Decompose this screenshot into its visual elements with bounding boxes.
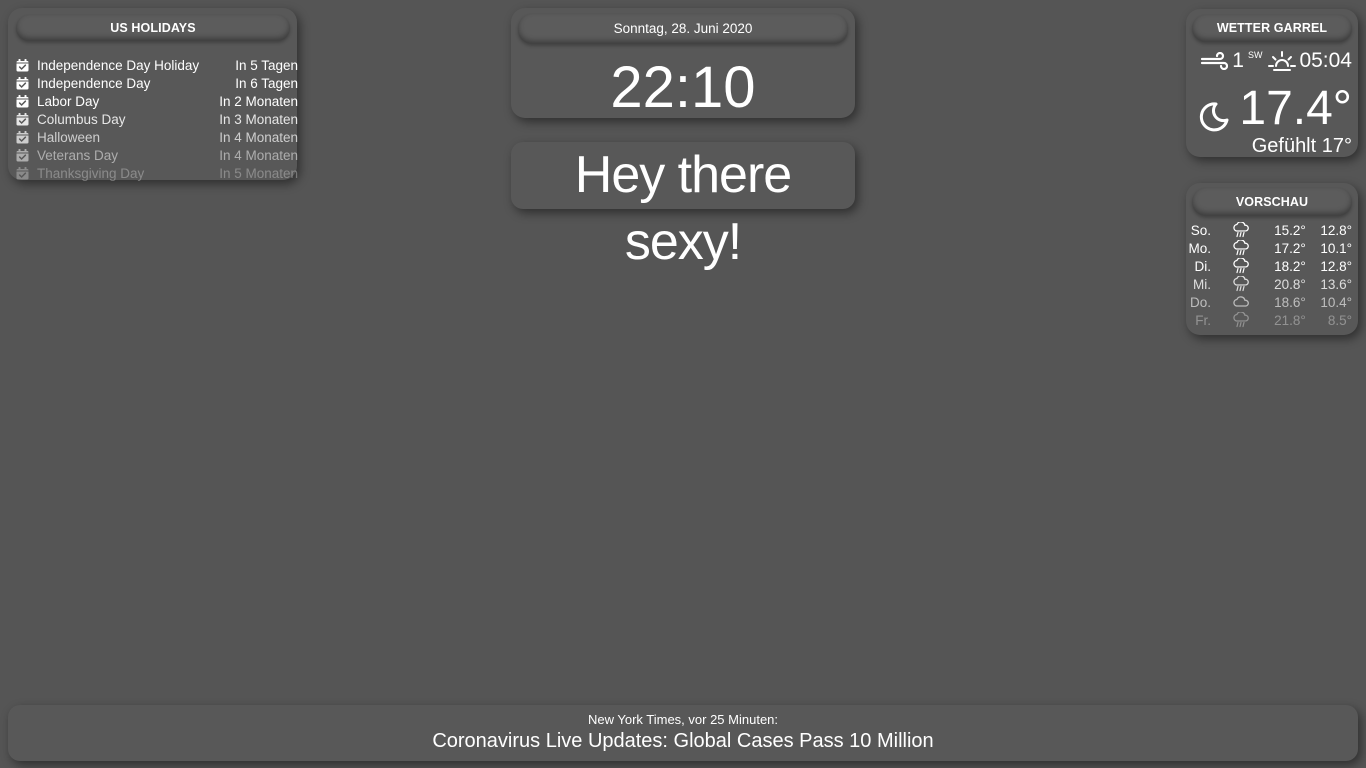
forecast-row: Fr. 21.8° 8.5° xyxy=(1186,311,1352,329)
forecast-day: Do. xyxy=(1190,294,1212,310)
weather-title: WETTER GARREL xyxy=(1192,15,1352,42)
moon-night-icon xyxy=(1197,91,1231,132)
forecast-low: 10.4° xyxy=(1320,294,1352,310)
holiday-when: In 5 Monaten xyxy=(219,165,298,181)
sunrise-icon xyxy=(1268,50,1297,72)
holiday-name: Columbus Day xyxy=(37,111,126,127)
calendar-check-icon xyxy=(16,94,29,108)
forecast-day: Mo. xyxy=(1188,240,1212,256)
calendar-check-icon xyxy=(16,76,29,90)
current-weather-module: WETTER GARREL 1 SW 05:04 17.4° Gefühlt 1… xyxy=(1186,9,1358,157)
forecast-day: So. xyxy=(1190,222,1212,238)
greeting-text: Hey there sexy! xyxy=(574,146,792,271)
holiday-row: Thanksgiving Day In 5 Monaten xyxy=(16,164,298,182)
forecast-high: 15.2° xyxy=(1274,222,1306,238)
wind-icon xyxy=(1200,51,1229,71)
holiday-when: In 5 Tagen xyxy=(235,57,298,73)
news-source: New York Times, vor 25 Minuten: xyxy=(587,712,779,727)
holiday-row: Labor Day In 2 Monaten xyxy=(16,92,298,110)
wind-direction: SW xyxy=(1247,50,1263,60)
forecast-low: 13.6° xyxy=(1320,276,1352,292)
forecast-row: So. 15.2° 12.8° xyxy=(1186,221,1352,239)
rain-cloud-icon xyxy=(1219,240,1263,256)
forecast-high: 20.8° xyxy=(1274,276,1306,292)
forecast-title: VORSCHAU xyxy=(1192,188,1352,216)
holidays-title: US HOLIDAYS xyxy=(16,15,290,41)
forecast-day: Di. xyxy=(1194,258,1212,274)
holiday-row: Halloween In 4 Monaten xyxy=(16,128,298,146)
holiday-name: Independence Day xyxy=(37,75,151,91)
rain-cloud-icon xyxy=(1219,276,1263,292)
holiday-name: Veterans Day xyxy=(37,147,119,163)
clock-time: 22:10 xyxy=(610,55,756,120)
clock-module: Sonntag, 28. Juni 2020 22:10 xyxy=(511,8,855,118)
holiday-row: Columbus Day In 3 Monaten xyxy=(16,110,298,128)
forecast-day: Fr. xyxy=(1195,312,1212,328)
weather-forecast-module: VORSCHAU So. 15.2° 12.8° Mo. 17.2° 10.1° Di. 18… xyxy=(1186,183,1358,335)
news-headline: Coronavirus Live Updates: Global Cases P… xyxy=(432,730,934,752)
holiday-name: Halloween xyxy=(37,129,101,145)
forecast-low: 12.8° xyxy=(1320,258,1352,274)
wind-speed: 1 xyxy=(1232,49,1244,72)
holiday-name: Thanksgiving Day xyxy=(37,165,145,181)
rain-cloud-icon xyxy=(1219,222,1263,238)
forecast-high: 17.2° xyxy=(1274,240,1306,256)
calendar-check-icon xyxy=(16,148,29,162)
feels-like: Gefühlt 17° xyxy=(1251,135,1352,157)
calendar-check-icon xyxy=(16,58,29,72)
forecast-high: 21.8° xyxy=(1274,312,1306,328)
forecast-low: 8.5° xyxy=(1327,312,1352,328)
cloud-icon xyxy=(1219,294,1263,310)
forecast-list: So. 15.2° 12.8° Mo. 17.2° 10.1° Di. 18.2° 12.8° M… xyxy=(1186,221,1352,329)
calendar-check-icon xyxy=(16,130,29,144)
current-temperature: 17.4° xyxy=(1239,81,1352,135)
forecast-low: 10.1° xyxy=(1320,240,1352,256)
forecast-high: 18.6° xyxy=(1274,294,1306,310)
rain-cloud-icon xyxy=(1219,312,1263,328)
temperature-row: 17.4° xyxy=(1197,79,1352,137)
calendar-check-icon xyxy=(16,112,29,126)
forecast-row: Mo. 17.2° 10.1° xyxy=(1186,239,1352,257)
forecast-row: Di. 18.2° 12.8° xyxy=(1186,257,1352,275)
forecast-day: Mi. xyxy=(1193,276,1212,292)
holidays-module: US HOLIDAYS Independence Day Holiday In 5… xyxy=(8,8,298,182)
forecast-low: 12.8° xyxy=(1320,222,1352,238)
holiday-name: Labor Day xyxy=(37,93,100,109)
holiday-name: Independence Day Holiday xyxy=(37,57,200,73)
compliments-module: Hey there sexy! xyxy=(511,142,855,271)
forecast-row: Mi. 20.8° 13.6° xyxy=(1186,275,1352,293)
calendar-check-icon xyxy=(16,166,29,180)
forecast-high: 18.2° xyxy=(1274,258,1306,274)
sun-time: 05:04 xyxy=(1299,49,1352,72)
holiday-when: In 4 Monaten xyxy=(219,129,298,145)
holiday-when: In 3 Monaten xyxy=(219,111,298,127)
holiday-when: In 4 Monaten xyxy=(219,147,298,163)
rain-cloud-icon xyxy=(1219,258,1263,274)
wind-sun-row: 1 SW 05:04 xyxy=(1200,48,1352,74)
holiday-row: Independence Day In 6 Tagen xyxy=(16,74,298,92)
holidays-list: Independence Day Holiday In 5 Tagen Indepe… xyxy=(16,56,298,182)
holiday-row: Independence Day Holiday In 5 Tagen xyxy=(16,56,298,74)
holiday-when: In 6 Tagen xyxy=(235,75,298,91)
clock-date: Sonntag, 28. Juni 2020 xyxy=(518,14,848,44)
holiday-when: In 2 Monaten xyxy=(219,93,298,109)
newsfeed-module: New York Times, vor 25 Minuten: Coronavi… xyxy=(8,705,1358,761)
forecast-row: Do. 18.6° 10.4° xyxy=(1186,293,1352,311)
holiday-row: Veterans Day In 4 Monaten xyxy=(16,146,298,164)
